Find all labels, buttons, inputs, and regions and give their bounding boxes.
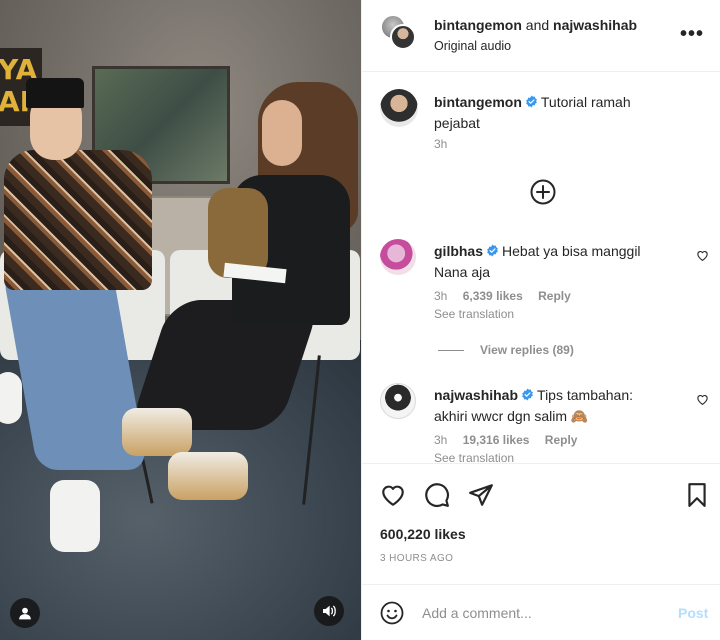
more-icon[interactable]: ••• <box>680 24 704 44</box>
heart-icon[interactable] <box>696 249 709 262</box>
comment-text: najwashihab Tips tambahan: akhiri wwcr dg… <box>434 385 662 427</box>
reply-button[interactable]: Reply <box>538 289 571 303</box>
guest-batik-shirt <box>4 150 152 290</box>
view-replies-label: View replies (89) <box>480 343 574 357</box>
user-tag-icon <box>19 607 31 620</box>
save-icon[interactable] <box>684 482 710 508</box>
comment-likes[interactable]: 19,316 likes <box>463 433 530 447</box>
comment-username[interactable]: najwashihab <box>434 387 518 403</box>
verified-icon <box>526 95 537 108</box>
audio-toggle-button[interactable] <box>314 596 344 626</box>
divider <box>438 349 464 351</box>
post-actions: 600,220 likes 3 HOURS AGO <box>362 463 720 583</box>
author-link[interactable]: bintangemon <box>434 17 522 33</box>
host-face <box>262 100 302 166</box>
and-text: and <box>525 17 550 33</box>
share-icon[interactable] <box>468 482 494 508</box>
avatar[interactable] <box>380 239 416 275</box>
see-translation-link[interactable]: See translation <box>434 307 514 321</box>
emoji-icon[interactable] <box>380 601 404 625</box>
comment-likes[interactable]: 6,339 likes <box>463 289 523 303</box>
post-authors: bintangemon and najwashihab <box>434 17 637 33</box>
comment-input[interactable] <box>422 601 652 625</box>
guest-peci-cap <box>26 78 84 108</box>
reply-button[interactable]: Reply <box>545 433 578 447</box>
heart-icon[interactable] <box>380 482 406 508</box>
add-comment-bar: Post <box>362 584 720 640</box>
heart-icon[interactable] <box>696 393 709 406</box>
comment-text: gilbhas Hebat ya bisa manggil Nana aja <box>434 241 662 283</box>
audio-icon <box>323 605 336 617</box>
likes-count[interactable]: 600,220 likes <box>380 526 466 542</box>
comments-scroll[interactable]: bintangemon Tutorial ramah pejabat 3h gil… <box>362 73 720 463</box>
post-button[interactable]: Post <box>678 605 708 621</box>
post-side-panel: bintangemon and najwashihab Original aud… <box>361 0 720 640</box>
caption: bintangemon Tutorial ramah pejabat <box>434 92 654 134</box>
view-replies-button[interactable]: View replies (89) <box>438 343 574 357</box>
avatar[interactable] <box>380 383 416 419</box>
caption-time: 3h <box>434 137 448 151</box>
verified-icon <box>487 244 498 257</box>
load-more-icon[interactable] <box>530 179 556 205</box>
guest-shoe <box>0 372 22 424</box>
comment-time: 3h <box>434 433 448 447</box>
avatar[interactable] <box>380 89 418 127</box>
comment-icon[interactable] <box>424 482 450 508</box>
post-time: 3 HOURS AGO <box>380 553 454 564</box>
comment-time: 3h <box>434 289 448 303</box>
verified-icon <box>522 388 533 401</box>
post-header: bintangemon and najwashihab Original aud… <box>362 0 720 72</box>
host-shoe <box>122 408 192 456</box>
guest-shoe <box>50 480 100 552</box>
caption-username[interactable]: bintangemon <box>434 94 522 110</box>
see-translation-link[interactable]: See translation <box>434 451 514 463</box>
comment-meta: 3h 19,316 likes Reply <box>434 433 589 447</box>
host-shoe <box>168 452 248 500</box>
author-link[interactable]: najwashihab <box>553 17 637 33</box>
post-video[interactable]: YA AR <box>0 0 361 640</box>
comment-username[interactable]: gilbhas <box>434 243 483 259</box>
comment-meta: 3h 6,339 likes Reply <box>434 289 583 303</box>
audio-link[interactable]: Original audio <box>434 39 511 53</box>
avatar[interactable] <box>390 24 416 50</box>
tagged-users-button[interactable] <box>10 598 40 628</box>
